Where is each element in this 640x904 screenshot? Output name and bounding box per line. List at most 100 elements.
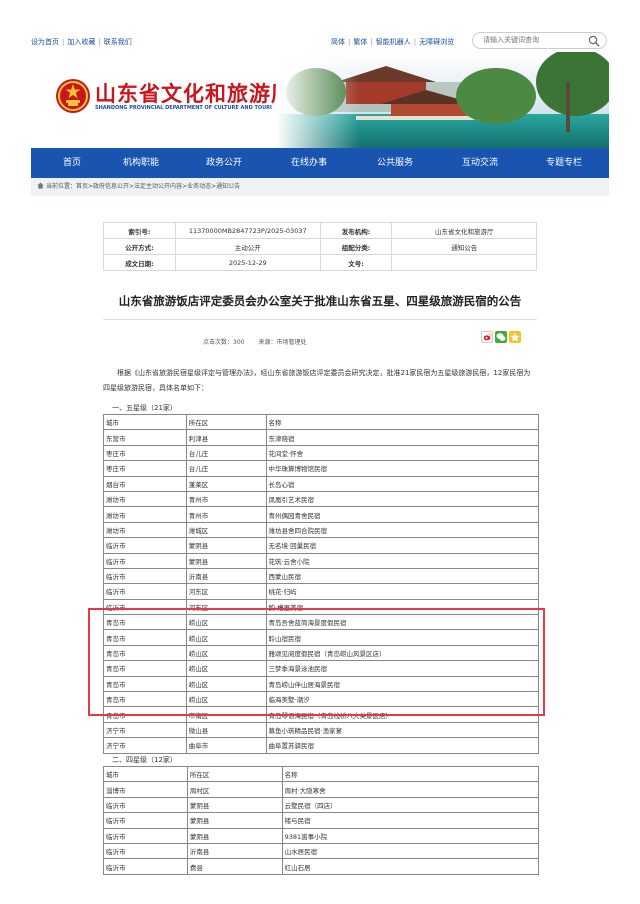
breadcrumb: 当前位置：首页>政府信息公开>法定主动公开内容>业务动态>通知公告 (31, 178, 609, 196)
district-cell: 沂南县 (185, 567, 267, 585)
search-box (472, 32, 607, 49)
meta-key: 组配分类: (319, 238, 393, 255)
city-cell: 临沂市 (103, 583, 187, 600)
district-cell: 河东区 (185, 583, 267, 600)
name-cell: 西蒙山民宿 (265, 567, 540, 585)
city-cell: 临沂市 (103, 796, 188, 814)
name-cell: 长岛心宿 (265, 475, 540, 492)
table-row: 青岛市 崂山区 临海美墅·潮汐 (103, 691, 540, 708)
table-row: 潍坊市 青州市 青州偶园青舍民宿 (103, 506, 540, 523)
district-cell: 蒙阴县 (186, 812, 283, 829)
wechat-share-icon[interactable] (495, 331, 507, 343)
name-cell: 周村·大隐寒舍 (281, 781, 540, 798)
traditional-chinese-link[interactable]: 繁体 (353, 38, 367, 46)
chatbot-link[interactable]: 智能机器人 (376, 38, 411, 46)
table-row: 东营市 利津县 东津晓宿 (103, 429, 540, 446)
district-cell: 蒙阴县 (185, 537, 267, 554)
table-header-cell: 所在区 (185, 413, 267, 431)
article-stats: 点击次数：300 来源：市场管理处 (203, 337, 307, 346)
name-cell: 凤凰引艺术民宿 (265, 490, 540, 508)
header-banner: 山东省文化和旅游厅 SHANDONG PROVINCIAL DEPARTMENT… (31, 52, 609, 148)
set-homepage-link[interactable]: 设为首页 (31, 38, 59, 46)
district-cell: 蒙阴县 (186, 796, 283, 814)
meta-value: 通知公告 (391, 238, 537, 255)
accessibility-link[interactable]: 无障碍浏览 (419, 38, 454, 46)
name-cell: 东津晓宿 (265, 429, 540, 446)
table-row: 临沂市 河东区 酌·槽里美宿 (103, 598, 540, 616)
source-label: 来源： (258, 339, 277, 346)
name-cell: 临海美墅·潮汐 (265, 691, 540, 708)
five-star-table: 城市 所在区 名称 东营市 利津县 东津晓宿 枣庄市 台儿庄 花间堂·怀舍 枣庄市 台儿庄 中华… (103, 413, 540, 754)
city-cell: 临沂市 (103, 812, 188, 829)
add-favorite-link[interactable]: 加入收藏 (67, 38, 95, 46)
district-cell: 青州市 (185, 506, 267, 523)
table-row: 枣庄市 台儿庄 花间堂·怀舍 (103, 444, 540, 462)
main-nav: 首页 机构职能 政务公开 在线办事 公共服务 互动交流 专题专栏 (31, 148, 609, 178)
search-icon[interactable] (588, 35, 600, 47)
meta-value (391, 254, 537, 271)
district-cell: 微山县 (185, 721, 267, 739)
qzone-share-icon[interactable] (509, 331, 521, 343)
nav-institution[interactable]: 机构职能 (100, 148, 182, 178)
name-cell: 青岛琴语海民宿（青岛栈桥八大关景区店） (265, 706, 540, 723)
table-row: 临沂市 蒙阴县 花筑·云舍小院 (103, 552, 540, 569)
table-row: 青岛市 崂山区 青岛吾舍蓝简海景度假民宿 (103, 614, 540, 631)
breadcrumb-path[interactable]: 当前位置：首页>政府信息公开>法定主动公开内容>业务动态>通知公告 (46, 183, 240, 190)
city-cell: 临沂市 (103, 827, 188, 844)
city-cell: 潍坊市 (103, 521, 187, 539)
district-cell: 崂山区 (185, 675, 267, 693)
search-input[interactable] (483, 36, 583, 44)
source-value: 市场管理处 (276, 339, 307, 346)
district-cell: 蒙阴县 (185, 552, 267, 569)
name-cell: 聆山宿民宿 (265, 629, 540, 646)
separator: | (413, 38, 417, 46)
district-cell: 蓬莱区 (185, 475, 267, 492)
city-cell: 临沂市 (103, 567, 187, 585)
name-cell: 潍坊县舍四合院民宿 (265, 521, 540, 539)
name-cell: 青岛崂山伴山居海景民宿 (265, 675, 540, 693)
name-cell: 无名境·回巢民宿 (265, 537, 540, 554)
top-links-right: 简体 | 繁体 | 智能机器人 | 无障碍浏览 (331, 37, 454, 47)
clicks-count: 300 (233, 339, 245, 346)
top-links-left: 设为首页 | 加入收藏 | 联系我们 (31, 37, 132, 47)
title-divider (103, 319, 537, 320)
nav-interaction[interactable]: 互动交流 (439, 148, 521, 178)
table-header-cell: 城市 (103, 413, 187, 431)
city-cell: 潍坊市 (103, 490, 187, 508)
table-row: 淄博市 周村区 周村·大隐寒舍 (103, 781, 540, 798)
weibo-share-icon[interactable] (481, 331, 493, 343)
meta-value: 2025-12-29 (174, 254, 321, 271)
city-cell: 潍坊市 (103, 506, 187, 523)
name-cell: 山水居民宿 (281, 842, 540, 860)
table-row: 临沂市 费县 红山石居 (103, 858, 540, 875)
table-header-row: 城市 所在区 名称 (103, 413, 540, 431)
separator: | (348, 38, 351, 46)
district-cell: 青州市 (185, 490, 267, 508)
four-star-table-body: 城市 所在区 名称 淄博市 周村区 周村·大隐寒舍 临沂市 蒙阴县 云墅民宿（四店） 临沂市… (103, 765, 540, 875)
meta-row: 成文日期: 2025-12-29 文号: (103, 254, 537, 271)
district-cell: 蒙阴县 (186, 827, 283, 844)
district-cell: 崂山区 (185, 629, 267, 646)
city-cell: 枣庄市 (103, 444, 187, 462)
nav-public-services[interactable]: 公共服务 (354, 148, 436, 178)
table-row: 潍坊市 青州市 凤凰引艺术民宿 (103, 490, 540, 508)
district-cell: 台儿庄 (185, 444, 267, 462)
name-cell: 红山石居 (281, 858, 540, 875)
name-cell: 三梦季海景泳池民宿 (265, 660, 540, 677)
simplified-chinese-link[interactable]: 简体 (331, 38, 345, 46)
banner-scenery-image (276, 52, 609, 148)
table-header-row: 城市 所在区 名称 (103, 765, 540, 783)
nav-special-topics[interactable]: 专题专栏 (523, 148, 605, 178)
contact-us-link[interactable]: 联系我们 (104, 38, 132, 46)
meta-key: 公开方式: (103, 238, 176, 255)
name-cell: 9381崮事小院 (281, 827, 540, 844)
intro-paragraph: 根据《山东省旅游民宿星级评定与管理办法》，经山东省旅游饭店评定委员会研究决定，批… (103, 369, 531, 392)
nav-online-services[interactable]: 在线办事 (268, 148, 350, 178)
name-cell: 酌·槽里美宿 (265, 598, 540, 616)
nav-gov-affairs[interactable]: 政务公开 (183, 148, 265, 178)
name-cell: 花间堂·怀舍 (265, 444, 540, 462)
table-header-cell: 名称 (265, 413, 540, 431)
four-star-heading: 二、四星级（12家） (112, 756, 177, 764)
meta-key: 发布机构: (319, 222, 393, 239)
city-cell: 淄博市 (103, 781, 188, 798)
